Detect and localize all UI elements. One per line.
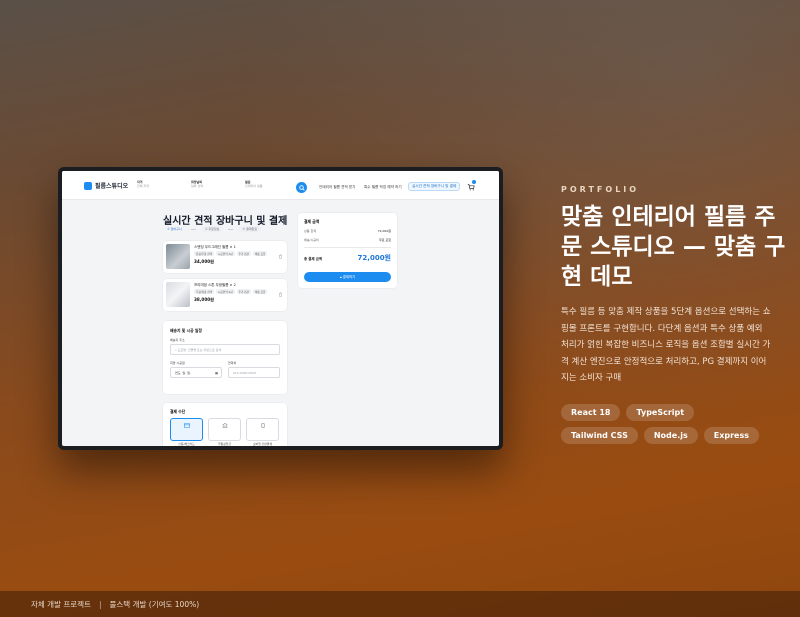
item-name: 스탠딩 우드그레인 필름 × 1 [194,245,236,249]
trash-icon[interactable] [278,292,283,297]
tech-stack: React 18 TypeScript Tailwind CSS Node.js… [561,404,761,444]
pay-button[interactable]: 🔒︎ 결제하기 [304,272,391,282]
summary-row-label: 배송/시공비 [304,238,319,242]
summary-row: 배송/시공비 무료 포함 [304,238,391,242]
checkout-steps: ① 장바구니 ② 주문정보 ③ 결제완료 [163,226,262,232]
app-header: 필름스튜디오 지역 전체 지역 희망날짜 날짜 선택 필름 인테리어 필름 인테… [62,171,499,200]
page-title: 실시간 견적 장바구니 및 결제 [163,216,288,227]
address-label: 배송지 주소 [170,338,185,342]
date-placeholder: 연도. 월. 일. [175,371,191,375]
option-tag: 추가 옵션 [236,289,252,294]
app-logo[interactable]: 필름스튜디오 [84,181,128,190]
payment-section: 결제 수단 신용/체크카드 무통장입금 모바일 간편결제 [163,403,287,446]
bank-icon [221,423,228,428]
search-field-region[interactable]: 지역 전체 지역 [137,180,191,188]
calendar-icon: ▦ [215,371,218,375]
option-tag: 유광/무광 선택 [194,251,215,256]
address-placeholder: 도로명, 건물명 또는 지번으로 검색 [177,348,222,352]
search-bar: 지역 전체 지역 희망날짜 날짜 선택 필름 인테리어 필름 [137,180,299,188]
summary-row: 상품 합계 72,000원 [304,229,391,233]
order-summary: 결제 금액 상품 합계 72,000원 배송/시공비 무료 포함 총 결제 금액… [298,213,397,288]
item-name: 프리미엄 스톤 무광필름 × 2 [194,283,236,287]
search-field-date[interactable]: 희망날짜 날짜 선택 [191,180,245,188]
step-cart: ① 장바구니 [167,227,182,231]
tech-chip: TypeScript [626,404,695,421]
project-title: 맞춤 인테리어 필름 주문 스튜디오 — 맞춤 구현 데모 [561,204,786,290]
step-order-info: ② 주문정보 [200,226,224,232]
option-tag: 시공면적 3㎡ [216,251,235,256]
logo-icon [84,181,92,190]
summary-title: 결제 금액 [304,219,320,224]
tech-chip: Tailwind CSS [561,427,638,444]
payment-option-bank[interactable]: 무통장입금 [208,418,241,446]
address-input[interactable]: ⌕ 도로명, 건물명 또는 지번으로 검색 [170,344,280,355]
option-tag: 추가 옵션 [236,251,252,256]
summary-total: 총 결제 금액 72,000원 [304,253,391,263]
footer-bar: 자체 개발 프로젝트 | 풀스택 개발 (기여도 100%) [0,591,800,617]
payment-option-mobile[interactable]: 모바일 간편결제 [246,418,279,446]
pay-button-label: 결제하기 [342,275,356,279]
item-options: 무광/유광 선택 시공면적 4㎡ 추가 옵션 배송 포함 [194,289,268,294]
phone-input[interactable]: 010-0000-0000 [228,367,280,378]
cart-item: 프리미엄 스톤 무광필름 × 2 무광/유광 선택 시공면적 4㎡ 추가 옵션 … [163,279,287,311]
cart-badge [472,180,476,184]
step-complete: ③ 결제완료 [238,226,262,232]
summary-row-label: 상품 합계 [304,229,316,233]
shipping-title: 배송지 및 시공 일정 [170,328,202,333]
mobile-icon [261,423,264,428]
search-button[interactable] [296,182,307,193]
item-price: 34,000원 [194,259,215,264]
payment-option-label: 모바일 간편결제 [253,442,272,446]
laptop-mockup: 필름스튜디오 지역 전체 지역 희망날짜 날짜 선택 필름 인테리어 필름 인테… [58,167,503,450]
date-label: 희망 시공일 [170,361,185,365]
footer-project-type: 자체 개발 프로젝트 [31,599,91,609]
payment-option-label: 무통장입금 [218,442,231,446]
search-field-film[interactable]: 필름 인테리어 필름 [245,180,299,188]
item-thumbnail [166,282,190,307]
payment-option-label: 신용/체크카드 [178,442,195,446]
eyebrow-label: PORTFOLIO [561,185,640,194]
tech-chip: Node.js [643,427,698,444]
step-divider [228,228,234,230]
nav-link-quote[interactable]: 인테리어 필름 견적 받기 [319,185,356,190]
total-value: 72,000원 [357,254,391,262]
summary-divider [304,247,391,248]
item-price: 38,000원 [194,297,215,302]
project-description: 특수 필름 등 맞춤 제작 상품을 5단계 옵션으로 선택하는 쇼핑몰 프론트를… [561,307,771,383]
trash-icon[interactable] [278,254,283,259]
app-screen: 필름스튜디오 지역 전체 지역 희망날짜 날짜 선택 필름 인테리어 필름 인테… [62,171,499,446]
date-input[interactable]: 연도. 월. 일. ▦ [170,367,222,378]
item-options: 유광/무광 선택 시공면적 3㎡ 추가 옵션 배송 포함 [194,251,268,256]
nav-link-reserve[interactable]: 특수 필름 작업 예약 하기 [364,185,402,190]
search-field-placeholder: 날짜 선택 [191,184,203,188]
option-tag: 무광/유광 선택 [194,289,215,294]
summary-row-value: 무료 포함 [379,238,391,242]
item-thumbnail [166,244,190,269]
footer-divider: | [98,599,102,609]
option-tag: 배송 포함 [253,289,268,294]
option-tag: 배송 포함 [253,251,268,256]
total-label: 총 결제 금액 [304,256,322,261]
option-tag: 시공면적 4㎡ [216,289,235,294]
search-field-placeholder: 인테리어 필름 [245,184,263,188]
footer-role: 풀스택 개발 (기여도 100%) [109,599,200,609]
cart-icon[interactable] [467,183,475,191]
logo-text: 필름스튜디오 [95,183,129,190]
nav-link-cart-active[interactable]: 실시간 견적 장바구니 및 결제 [408,182,461,191]
step-divider [190,228,196,230]
cart-item: 스탠딩 우드그레인 필름 × 1 유광/무광 선택 시공면적 3㎡ 추가 옵션 … [163,241,287,273]
summary-row-value: 72,000원 [377,229,391,233]
tech-chip: Express [703,427,759,444]
payment-option-card[interactable]: 신용/체크카드 [170,418,203,446]
payment-title: 결제 수단 [170,409,186,414]
search-icon [298,184,305,191]
tech-chip: React 18 [561,404,621,421]
phone-label: 연락처 [228,361,237,365]
search-field-placeholder: 전체 지역 [137,184,149,188]
credit-card-icon [183,423,190,428]
shipping-section: 배송지 및 시공 일정 배송지 주소 ⌕ 도로명, 건물명 또는 지번으로 검색… [163,321,287,394]
